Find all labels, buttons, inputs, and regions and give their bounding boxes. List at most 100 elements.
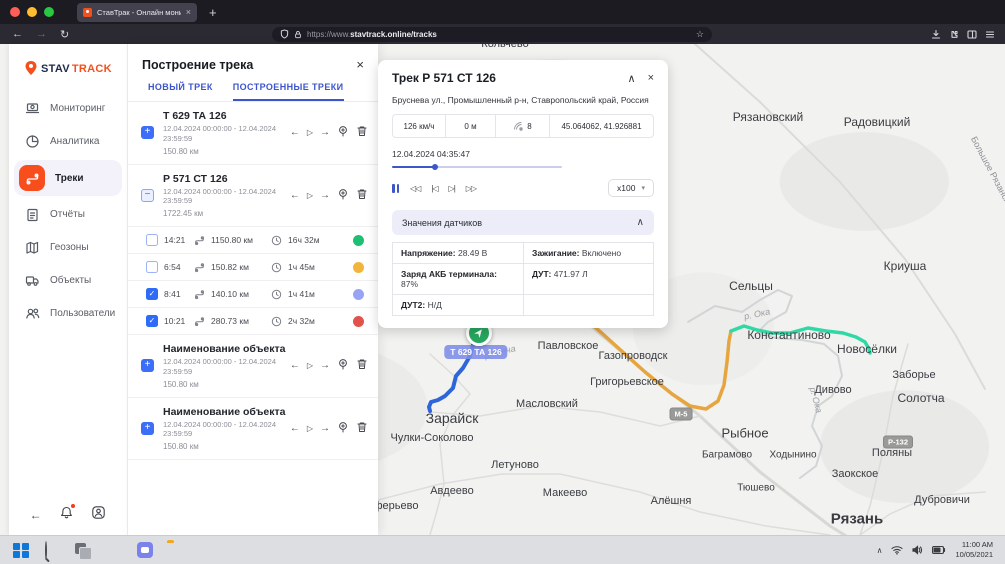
sidebar-item-tracks[interactable]: Треки: [14, 160, 122, 196]
track-row[interactable]: +Т 629 ТА 12612.04.2024 00:00:00 - 12.04…: [128, 102, 378, 165]
rewind-button[interactable]: ◁◁: [410, 184, 420, 193]
segment-checkbox[interactable]: ✓: [146, 288, 158, 300]
collapse-track-button[interactable]: −: [141, 189, 154, 202]
play-track-button[interactable]: ▷: [307, 424, 313, 433]
delete-track-button[interactable]: [356, 358, 368, 373]
sidebar-item-users[interactable]: Пользователи: [9, 297, 127, 330]
focus-track-button[interactable]: [337, 421, 349, 436]
bookmark-star-icon[interactable]: ☆: [696, 29, 704, 40]
volume-icon[interactable]: [912, 545, 923, 555]
collapse-sidebar-button[interactable]: ←: [30, 508, 42, 522]
reload-button[interactable]: ↻: [60, 24, 69, 44]
profile-button[interactable]: [91, 505, 106, 525]
track-segment-row[interactable]: ✓10:21280.73 км2ч 32м: [128, 308, 378, 335]
step-back-button[interactable]: ←: [290, 127, 300, 138]
video-chat-app-icon[interactable]: [136, 542, 153, 559]
track-period-end: 23:59:59: [163, 196, 290, 206]
focus-track-button[interactable]: [337, 125, 349, 140]
focus-track-button[interactable]: [337, 188, 349, 203]
menu-icon[interactable]: [985, 24, 995, 44]
extensions-icon[interactable]: [949, 24, 959, 44]
slider-handle[interactable]: [432, 164, 438, 170]
back-button[interactable]: ←: [12, 24, 23, 44]
taskbar-clock[interactable]: 11:00 AM 10/05/2021: [955, 540, 993, 560]
sidebar-item-reports[interactable]: Отчёты: [9, 198, 127, 231]
firefox-icon[interactable]: [105, 542, 122, 559]
new-tab-button[interactable]: +: [209, 5, 217, 20]
notifications-button[interactable]: [59, 505, 74, 525]
pause-button[interactable]: [392, 184, 399, 193]
track-segment-row[interactable]: 6:54150.82 км1ч 45м: [128, 254, 378, 281]
step-forward-button[interactable]: →: [320, 127, 330, 138]
stats-row: 126 км/ч 0 м 8 45.064062, 41.926881: [392, 114, 654, 138]
speed-value: 126 км/ч: [393, 115, 445, 137]
step-forward-button[interactable]: →: [320, 423, 330, 434]
next-point-button[interactable]: ▷|: [449, 184, 455, 193]
reports-icon: [25, 207, 40, 222]
sidebar-item-monitoring[interactable]: Мониторинг: [9, 92, 127, 125]
sidebar-item-analytics[interactable]: Аналитика: [9, 125, 127, 158]
start-button[interactable]: [12, 542, 29, 559]
track-segment-row[interactable]: ✓8:41140.10 км1ч 41м: [128, 281, 378, 308]
play-track-button[interactable]: ▷: [307, 128, 313, 137]
battery-icon[interactable]: [932, 546, 946, 554]
forward-button[interactable]: →: [36, 24, 47, 44]
track-row[interactable]: −Р 571 СТ 12612.04.2024 00:00:00 - 12.04…: [128, 165, 378, 228]
playback-slider[interactable]: [392, 166, 562, 168]
edge-browser-icon[interactable]: [198, 542, 215, 559]
close-panel-button[interactable]: ×: [648, 72, 654, 84]
tab-new-track[interactable]: НОВЫЙ ТРЕК: [148, 82, 213, 101]
focus-track-button[interactable]: [337, 358, 349, 373]
expand-track-button[interactable]: +: [141, 422, 154, 435]
segment-checkbox[interactable]: ✓: [146, 315, 158, 327]
segment-checkbox[interactable]: [146, 234, 158, 246]
expand-track-button[interactable]: +: [141, 359, 154, 372]
play-track-button[interactable]: ▷: [307, 361, 313, 370]
segment-checkbox[interactable]: [146, 261, 158, 273]
window-close-button[interactable]: [10, 7, 20, 17]
step-back-button[interactable]: ←: [290, 190, 300, 201]
panel-close-button[interactable]: ×: [356, 57, 364, 72]
track-row[interactable]: +Наименование объекта12.04.2024 00:00:00…: [128, 398, 378, 461]
segment-color-dot: [353, 316, 364, 327]
app-sidebar: STAVTRACK Мониторинг Аналитика Треки Отч…: [9, 44, 128, 535]
profile-icon: [91, 505, 106, 520]
segment-duration: 16ч 32м: [288, 235, 326, 245]
wifi-icon[interactable]: [891, 545, 903, 555]
collapse-panel-button[interactable]: ∧: [628, 72, 636, 85]
step-back-button[interactable]: ←: [290, 423, 300, 434]
delete-track-button[interactable]: [356, 188, 368, 203]
url-text[interactable]: https://www.stavtrack.online/tracks: [307, 30, 691, 39]
file-explorer-icon[interactable]: [167, 542, 184, 559]
window-minimize-button[interactable]: [27, 7, 37, 17]
lock-icon: [294, 30, 302, 39]
map-label: Летуново: [491, 459, 539, 471]
window-zoom-button[interactable]: [44, 7, 54, 17]
browser-tab[interactable]: СтавТрак - Онлайн мониторинг ×: [77, 3, 197, 22]
step-forward-button[interactable]: →: [320, 360, 330, 371]
play-track-button[interactable]: ▷: [307, 191, 313, 200]
task-view-icon[interactable]: [74, 542, 91, 559]
tab-built-tracks[interactable]: ПОСТРОЕННЫЕ ТРЕКИ: [233, 82, 344, 101]
step-back-button[interactable]: ←: [290, 360, 300, 371]
delete-track-button[interactable]: [356, 421, 368, 436]
downloads-icon[interactable]: [931, 24, 941, 44]
sidebar-item-geozones[interactable]: Геозоны: [9, 231, 127, 264]
step-forward-button[interactable]: →: [320, 190, 330, 201]
track-segment-row[interactable]: 14:211150.80 км16ч 32м: [128, 227, 378, 254]
playback-speed-select[interactable]: x100 ▾: [608, 179, 654, 197]
url-bar[interactable]: https://www.stavtrack.online/tracks ☆: [272, 27, 712, 42]
fast-forward-button[interactable]: ▷▷: [466, 184, 476, 193]
tray-chevron-icon[interactable]: ∧: [877, 546, 883, 555]
sidebar-item-objects[interactable]: Объекты: [9, 264, 127, 297]
previous-point-button[interactable]: |◁: [431, 184, 437, 193]
taskbar-search-icon[interactable]: [43, 542, 60, 559]
delete-track-button[interactable]: [356, 125, 368, 140]
expand-track-button[interactable]: +: [141, 126, 154, 139]
system-tray: ∧ 11:00 AM 10/05/2021: [877, 540, 993, 560]
tab-close-icon[interactable]: ×: [186, 8, 191, 17]
sensors-header[interactable]: Значения датчиков ∧: [392, 210, 654, 235]
track-row[interactable]: +Наименование объекта12.04.2024 00:00:00…: [128, 335, 378, 398]
tracking-shield-icon[interactable]: [280, 29, 289, 39]
sidebar-toggle-icon[interactable]: [967, 24, 977, 44]
